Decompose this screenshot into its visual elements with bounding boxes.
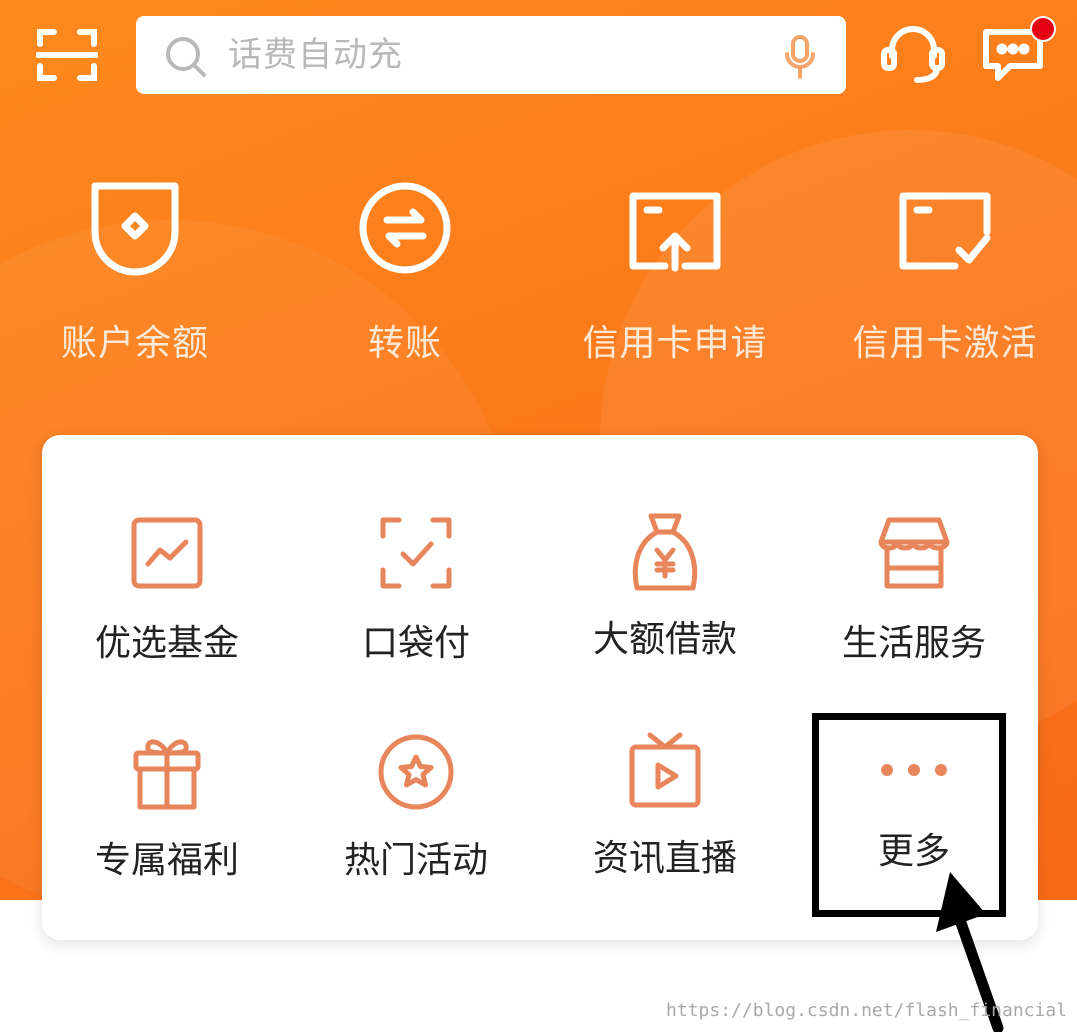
service-item-exclusive-benefits[interactable]: 专属福利 <box>47 733 287 883</box>
tv-play-icon <box>629 732 701 808</box>
service-item-large-loan[interactable]: 大额借款 <box>545 512 785 662</box>
credit-card-activate-icon <box>899 192 991 270</box>
search-icon <box>166 37 206 77</box>
star-badge-icon <box>378 734 454 810</box>
service-label: 资讯直播 <box>592 838 737 879</box>
message-icon[interactable] <box>982 16 1056 88</box>
transfer-icon <box>359 182 451 274</box>
credit-card-apply-icon <box>629 192 721 272</box>
headset-icon[interactable] <box>880 22 946 90</box>
quick-action-credit-card-activate[interactable]: 信用卡激活 <box>835 180 1055 366</box>
quick-action-label: 账户余额 <box>60 323 209 364</box>
search-bar[interactable]: 话费自动充 <box>136 16 846 94</box>
search-input[interactable]: 话费自动充 <box>228 16 403 94</box>
service-item-fund[interactable]: 优选基金 <box>47 516 287 666</box>
service-item-life-services[interactable]: 生活服务 <box>794 516 1034 666</box>
microphone-icon[interactable] <box>784 34 816 80</box>
service-item-pocket-pay[interactable]: 口袋付 <box>296 516 536 666</box>
service-label: 大额借款 <box>592 619 737 660</box>
quick-action-label: 信用卡激活 <box>852 323 1038 364</box>
unread-badge <box>1030 16 1056 42</box>
quick-action-label: 信用卡申请 <box>582 323 768 364</box>
account-balance-icon <box>91 182 179 276</box>
quick-action-credit-card-apply[interactable]: 信用卡申请 <box>565 180 785 366</box>
store-icon <box>878 517 950 589</box>
scan-pay-icon <box>380 517 452 589</box>
watermark: https://blog.csdn.net/flash_financial <box>666 1000 1067 1021</box>
service-label: 优选基金 <box>94 623 239 664</box>
service-label: 热门活动 <box>343 840 488 881</box>
quick-action-label: 转账 <box>367 323 442 364</box>
gift-icon <box>133 739 201 810</box>
scan-icon[interactable] <box>35 26 99 88</box>
money-bag-icon <box>632 513 698 591</box>
quick-action-transfer[interactable]: 转账 <box>295 180 515 366</box>
service-item-news-live[interactable]: 资讯直播 <box>545 731 785 881</box>
quick-action-account-balance[interactable]: 账户余额 <box>25 180 245 366</box>
service-label: 生活服务 <box>841 623 986 664</box>
service-item-hot-events[interactable]: 热门活动 <box>296 733 536 883</box>
fund-chart-icon <box>131 517 203 589</box>
service-label: 专属福利 <box>94 840 239 881</box>
service-label: 口袋付 <box>361 623 470 664</box>
